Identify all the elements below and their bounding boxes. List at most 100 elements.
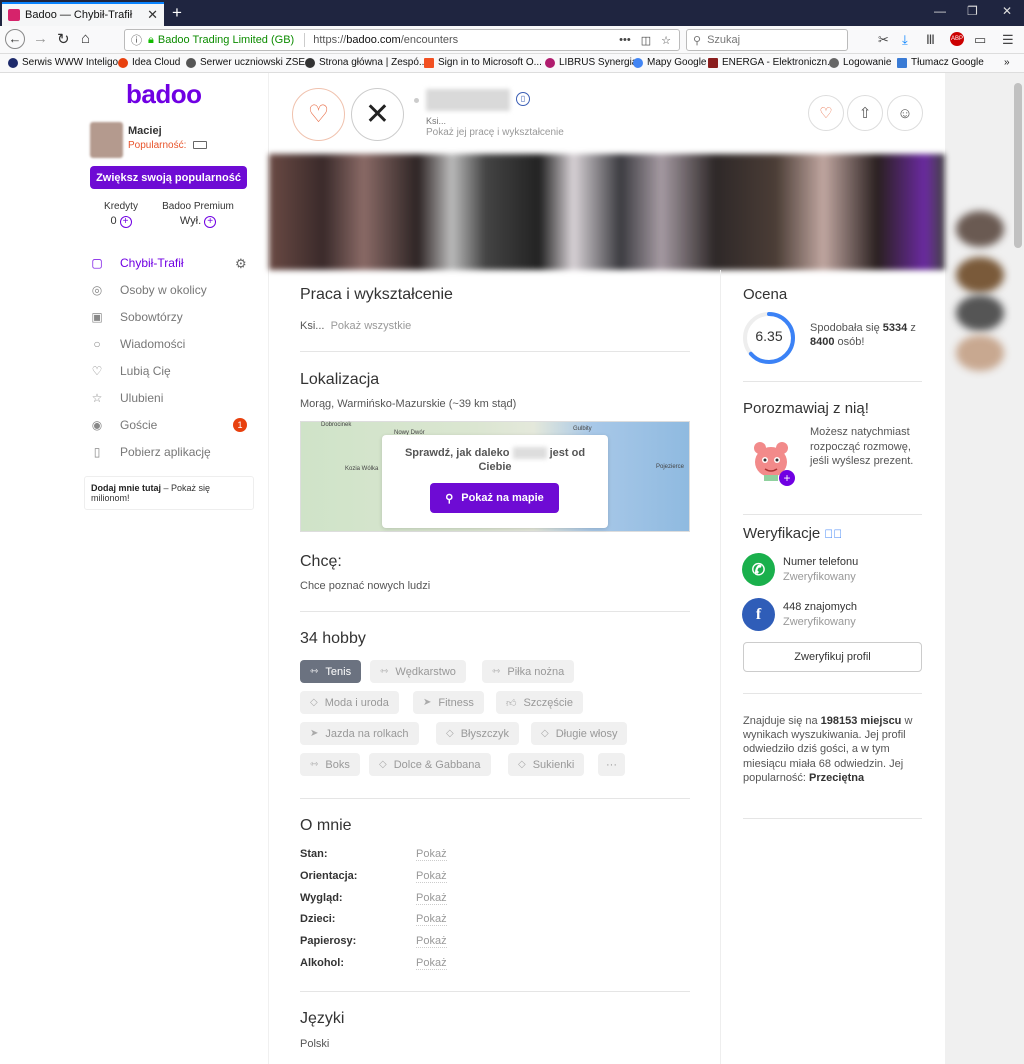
- sidebar-item-liked-you[interactable]: ♡ Lubią Cię: [90, 361, 250, 381]
- hobby-chip[interactable]: ◇ Dolce & Gabbana: [369, 753, 491, 776]
- show-on-map-button[interactable]: ⚲ Pokaż na mapie: [430, 483, 559, 513]
- work-education-title: Praca i wykształcenie: [300, 286, 453, 303]
- like-button[interactable]: ♡: [292, 88, 345, 141]
- bookmark-item[interactable]: ENERGA - Elektroniczn...: [708, 57, 835, 68]
- library-icon[interactable]: Ⅲ: [926, 32, 935, 48]
- browser-tab[interactable]: Badoo — Chybił-Trafił ✕: [2, 2, 164, 26]
- about-field-show-link[interactable]: Pokaż: [416, 848, 447, 861]
- search-input[interactable]: ⚲ Szukaj: [686, 29, 848, 51]
- send-gift-plus-icon[interactable]: +: [779, 470, 795, 486]
- hobby-chip[interactable]: ◇ Sukienki: [508, 753, 585, 776]
- downloads-icon[interactable]: ⤓: [902, 32, 908, 48]
- adblock-icon[interactable]: ABP: [950, 32, 964, 46]
- about-field-show-link[interactable]: Pokaż: [416, 913, 447, 926]
- avatar[interactable]: [90, 122, 123, 158]
- wants-title: Chcę:: [300, 553, 342, 570]
- languages-value: Polski: [300, 1038, 330, 1050]
- hobby-chip[interactable]: ⇿ Piłka nożna: [482, 660, 575, 683]
- badoo-favicon-icon: [8, 9, 20, 21]
- next-profile-thumbnail[interactable]: [956, 335, 1004, 371]
- more-hobbies-button[interactable]: ···: [598, 753, 625, 776]
- next-profile-thumbnail[interactable]: [956, 257, 1004, 293]
- add-me-here-promo[interactable]: Dodaj mnie tutaj – Pokaż się milionom!: [84, 476, 254, 510]
- next-profile-thumbnail[interactable]: [956, 211, 1004, 247]
- verify-profile-button[interactable]: Zweryfikuj profil: [743, 642, 922, 672]
- verified-phone-icon: ▯: [516, 92, 530, 106]
- about-field-show-link[interactable]: Pokaż: [416, 892, 447, 905]
- hobby-chip[interactable]: ◇ Błyszczyk: [436, 722, 519, 745]
- forward-icon[interactable]: →: [33, 30, 48, 47]
- bookmark-item[interactable]: Serwer uczniowski ZSE...: [186, 57, 313, 68]
- hobby-chip[interactable]: ◇ Długie włosy: [531, 722, 628, 745]
- new-tab-icon[interactable]: +: [172, 3, 182, 23]
- url-bar[interactable]: ⓘ 🔒︎ Badoo Trading Limited (GB) https://…: [124, 29, 680, 51]
- screenshot-icon[interactable]: ✂: [878, 32, 889, 48]
- site-info-icon[interactable]: ⓘ: [131, 32, 142, 48]
- bookmark-item[interactable]: Serwis WWW Inteligo: [8, 57, 118, 68]
- sidebar-item-encounters[interactable]: ▢ Chybił-Trafił: [90, 253, 250, 273]
- sidebar-toggle-icon[interactable]: ▭: [974, 32, 986, 48]
- pocket-icon[interactable]: ◫: [641, 34, 651, 47]
- sidebar: badoo Maciej Popularność: Zwiększ swoją …: [0, 73, 268, 1064]
- dislike-button[interactable]: ✕: [351, 88, 404, 141]
- bookmark-item[interactable]: Sign in to Microsoft O...: [424, 57, 542, 68]
- bookmark-star-icon[interactable]: ☆: [661, 34, 671, 47]
- sidebar-item-lookalikes[interactable]: ▣ Sobowtórzy: [90, 307, 250, 327]
- liked-by-text: Spodobała się 5334 z 8400 osób!: [810, 322, 916, 348]
- tab-close-icon[interactable]: ✕: [147, 7, 158, 23]
- filter-sliders-icon[interactable]: ⚙︎: [235, 256, 247, 272]
- sidebar-item-people-nearby[interactable]: ◎ Osoby w okolicy: [90, 280, 250, 300]
- next-profile-thumbnail[interactable]: [956, 295, 1004, 331]
- bookmark-item[interactable]: Idea Cloud: [118, 57, 180, 68]
- show-all-link[interactable]: Pokaż wszystkie: [331, 320, 412, 332]
- scrollbar-thumb[interactable]: [1014, 83, 1022, 248]
- hobby-chip[interactable]: ◇ Moda i uroda: [300, 691, 399, 714]
- premium-stat[interactable]: Badoo Premium Wył. +: [158, 201, 238, 228]
- bookmark-item[interactable]: Strona główna | Zespó...: [305, 57, 427, 68]
- bookmark-item[interactable]: Logowanie: [829, 57, 891, 68]
- menu-icon[interactable]: ☰: [1002, 32, 1014, 48]
- online-status-dot: [414, 98, 419, 103]
- about-field-show-link[interactable]: Pokaż: [416, 957, 447, 970]
- sidebar-item-favourites[interactable]: ☆ Ulubieni: [90, 388, 250, 408]
- back-icon[interactable]: ←: [5, 29, 25, 49]
- bookmark-item[interactable]: LIBRUS Synergia: [545, 57, 637, 68]
- hobby-chip[interactable]: ➤ Jazda na rolkach: [300, 722, 419, 745]
- about-field-label: Dzieci:: [300, 913, 336, 925]
- page-actions-icon[interactable]: •••: [619, 34, 631, 47]
- profile-user-icon[interactable]: ☺: [887, 95, 923, 131]
- hobby-chip[interactable]: ⇿ Wędkarstwo: [370, 660, 466, 683]
- boost-popularity-button[interactable]: Zwiększ swoją popularność: [90, 166, 247, 189]
- reload-icon[interactable]: ↻: [57, 30, 70, 48]
- add-credits-icon[interactable]: +: [119, 216, 132, 228]
- hobby-chip[interactable]: 👍︎ Szczęście: [496, 691, 583, 714]
- about-field-show-link[interactable]: Pokaż: [416, 870, 447, 883]
- hobby-chip[interactable]: ➤ Fitness: [413, 691, 484, 714]
- verified-check-icon: ✓⃝: [824, 527, 843, 541]
- hobby-chip[interactable]: ⇿ Tenis: [300, 660, 362, 683]
- share-icon[interactable]: ⇧: [847, 95, 883, 131]
- sidebar-item-get-app[interactable]: ▯ Pobierz aplikację: [90, 442, 250, 462]
- star-icon: ☆: [91, 391, 103, 405]
- about-field-show-link[interactable]: Pokaż: [416, 935, 447, 948]
- window-close-icon[interactable]: ✕: [1002, 4, 1012, 18]
- sidebar-item-messages[interactable]: ○ Wiadomości: [90, 334, 250, 354]
- restore-icon[interactable]: ❐: [967, 4, 978, 18]
- user-name[interactable]: Maciej: [128, 125, 162, 137]
- badoo-logo[interactable]: badoo: [126, 79, 202, 110]
- sidebar-item-visitors[interactable]: ◉ Goście: [90, 415, 250, 435]
- phone-verified-icon: ✆: [742, 553, 775, 586]
- crush-heart-icon[interactable]: ♡: [808, 95, 844, 131]
- hobby-chip[interactable]: ⇿ Boks: [300, 753, 360, 776]
- bookmark-item[interactable]: Mapy Google: [633, 57, 706, 68]
- bookmarks-overflow-icon[interactable]: »: [1004, 57, 1010, 68]
- add-premium-icon[interactable]: +: [204, 216, 217, 228]
- show-work-education-link[interactable]: Pokaż jej pracę i wykształcenie: [426, 127, 564, 138]
- profile-photos-strip[interactable]: [269, 154, 945, 270]
- work-education-value: Ksi... Pokaż wszystkie: [300, 320, 412, 332]
- home-icon[interactable]: ⌂: [81, 30, 90, 47]
- bookmark-item[interactable]: Tłumacz Google: [897, 57, 984, 68]
- visitors-count-badge: 1: [233, 418, 247, 432]
- minimize-icon[interactable]: —: [934, 4, 946, 18]
- credits-stat[interactable]: Kredyty 0 +: [98, 201, 144, 228]
